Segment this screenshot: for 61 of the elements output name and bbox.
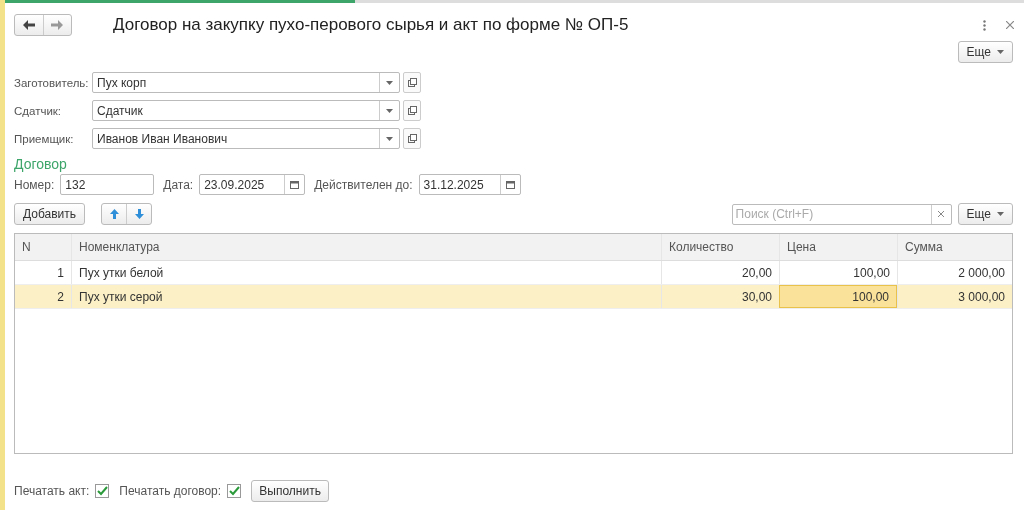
- table-cell: Пух утки серой: [71, 285, 661, 308]
- field-label: Сдатчик:: [14, 104, 63, 117]
- column-header[interactable]: Сумма: [897, 234, 1012, 260]
- checkmark-icon: [96, 486, 108, 496]
- field-label: Дата:: [163, 177, 194, 192]
- caret-icon: [997, 50, 1004, 54]
- open-window-icon: [407, 134, 417, 143]
- more-button[interactable]: Еще: [957, 41, 1013, 63]
- date-field[interactable]: 23.09.2025: [199, 174, 306, 195]
- column-header[interactable]: Количество: [661, 234, 779, 260]
- run-button[interactable]: Выполнить: [251, 480, 330, 502]
- column-header[interactable]: N: [15, 234, 71, 260]
- column-header[interactable]: Номенклатура: [71, 234, 661, 260]
- caret-icon: [386, 136, 393, 141]
- caret-icon: [997, 212, 1004, 216]
- arrow-right-icon: [51, 20, 64, 30]
- checkbox[interactable]: [227, 484, 242, 498]
- close-icon[interactable]: [1006, 21, 1014, 29]
- select-field[interactable]: Иванов Иван Иванович: [92, 128, 400, 149]
- caret-icon: [386, 80, 393, 85]
- checkbox-label: Печатать договор:: [119, 484, 222, 498]
- date-field[interactable]: 31.12.2025: [418, 174, 521, 195]
- checkbox-label: Печатать акт:: [14, 484, 90, 498]
- table-cell: 2 000,00: [897, 261, 1012, 284]
- calendar-icon: [505, 180, 515, 189]
- open-button[interactable]: [403, 100, 421, 121]
- table-cell: 100,00: [779, 261, 897, 284]
- field-label: Действителен до:: [314, 177, 413, 192]
- table-row[interactable]: 1 Пух утки белой 20,00 100,00 2 000,00: [15, 261, 1012, 285]
- field-label: Номер:: [14, 177, 55, 192]
- clear-icon[interactable]: [938, 211, 945, 217]
- checkbox[interactable]: [95, 484, 110, 498]
- open-button[interactable]: [403, 128, 421, 149]
- select-field[interactable]: Пух корп: [92, 72, 400, 93]
- section-heading: Договор: [13, 156, 68, 172]
- open-button[interactable]: [403, 72, 421, 93]
- open-window-icon: [407, 78, 417, 87]
- caret-icon: [386, 108, 393, 113]
- arrow-up-icon: [109, 209, 119, 219]
- arrow-down-icon: [134, 209, 144, 219]
- table-cell: 100,00: [779, 285, 897, 308]
- table-cell-text: 2: [56, 288, 65, 306]
- more-button[interactable]: Еще: [957, 203, 1013, 225]
- arrow-left-icon: [22, 20, 35, 30]
- table-cell: 20,00: [661, 261, 779, 284]
- number-field[interactable]: 132: [60, 174, 155, 195]
- add-button[interactable]: Добавить: [14, 203, 85, 225]
- checkmark-icon: [228, 486, 240, 496]
- window-title: Договор на закупку пухо-перового сырья и акт по форме № ОП-5: [113, 15, 630, 35]
- table-cell: Пух утки белой: [71, 261, 661, 284]
- table-cell-text: 1: [56, 264, 65, 282]
- search-field[interactable]: Поиск (Ctrl+F): [731, 203, 952, 225]
- table-row[interactable]: 2 Пух утки серой 30,00 100,00 3 000,00: [15, 285, 1012, 309]
- field-label: Приемщик:: [14, 132, 75, 145]
- calendar-icon: [290, 180, 300, 189]
- select-field[interactable]: Сдатчик: [92, 100, 400, 121]
- field-label: Заготовитель:: [14, 76, 90, 89]
- open-window-icon: [407, 106, 417, 115]
- more-vertical-icon[interactable]: [983, 19, 986, 31]
- table-cell: 3 000,00: [897, 285, 1012, 308]
- column-header[interactable]: Цена: [779, 234, 897, 260]
